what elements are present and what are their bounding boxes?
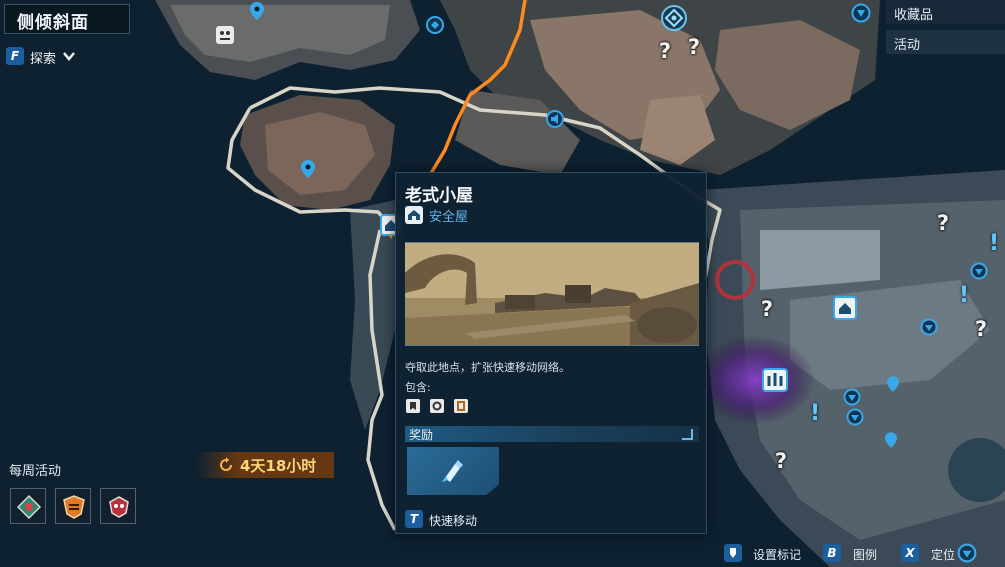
waypoint-marker-icon[interactable] — [660, 4, 688, 32]
vendor-marker-icon[interactable] — [957, 543, 977, 563]
corruption-zone — [695, 335, 815, 425]
corner-bracket-icon — [682, 429, 693, 440]
legend-key-hint: B — [823, 544, 841, 562]
weekly-activity-slot-2[interactable] — [55, 488, 91, 524]
locate-label: 定位 — [931, 548, 956, 562]
tab-collectibles-label: 收藏品 — [894, 8, 934, 23]
weekly-activities-title: 每周活动 — [9, 464, 62, 479]
unknown-location-marker[interactable]: ? — [970, 318, 992, 340]
locate-key-hint: X — [901, 544, 919, 562]
region-title: 侧倾斜面 — [4, 4, 130, 34]
location-pin-icon[interactable] — [885, 432, 897, 448]
vendor-marker-icon[interactable] — [851, 3, 871, 23]
location-preview-image — [405, 242, 699, 346]
weekly-activity-slot-1[interactable] — [10, 488, 46, 524]
weekly-activity-slot-3[interactable] — [100, 488, 136, 524]
tab-activities[interactable]: 活动 — [886, 30, 1005, 54]
popup-contains-label: 包含: — [405, 381, 431, 394]
legend-label: 图例 — [853, 548, 878, 562]
quest-marker[interactable]: ! — [809, 402, 821, 426]
weekly-timer-text: 4天18小时 — [240, 457, 317, 475]
unknown-location-marker[interactable]: ? — [756, 298, 778, 320]
fast-travel-key-hint: T — [405, 510, 423, 528]
refresh-icon — [220, 457, 232, 471]
tower-marker-icon[interactable] — [762, 368, 788, 392]
scroll-marker-icon — [454, 399, 468, 413]
activity-crest-icon — [63, 495, 85, 519]
map-pin-icon — [724, 544, 742, 562]
unknown-location-marker[interactable]: ? — [654, 40, 676, 62]
activity-skull-icon — [109, 496, 129, 518]
loot-marker-icon — [406, 399, 420, 413]
vendor-marker-icon[interactable] — [843, 388, 861, 406]
vendor-marker-icon[interactable] — [970, 262, 988, 280]
npc-face-icon[interactable] — [214, 24, 236, 46]
set-marker-label: 设置标记 — [753, 548, 802, 562]
fast-travel-label: 快速移动 — [429, 514, 478, 528]
vendor-marker-icon[interactable] — [920, 318, 938, 336]
quest-marker[interactable]: ! — [958, 284, 970, 308]
safehouse-icon — [405, 206, 423, 224]
location-pin-icon[interactable] — [887, 376, 899, 392]
reward-item[interactable] — [407, 447, 499, 495]
rewards-label: 奖励 — [409, 428, 434, 442]
location-popup: 老式小屋 安全屋 夺取此地点，扩张快速移动网络。 包含: 奖励 T 快速移动 — [395, 172, 707, 534]
region-title-text: 侧倾斜面 — [17, 13, 89, 33]
unknown-location-marker[interactable]: ? — [770, 450, 792, 472]
popup-description: 夺取此地点，扩张快速移动网络。 — [405, 361, 570, 374]
activity-emblem-icon — [16, 494, 42, 520]
unknown-location-marker[interactable]: ? — [932, 212, 954, 234]
location-pin-icon[interactable] — [250, 2, 264, 20]
popup-type-label: 安全屋 — [429, 210, 469, 225]
filter-label: 探索 — [30, 52, 57, 67]
weekly-timer: 4天18小时 — [196, 452, 334, 478]
location-pin-icon[interactable] — [301, 160, 315, 178]
rewards-header: 奖励 — [405, 426, 699, 442]
safe-marker-icon — [430, 399, 444, 413]
fast-travel-pod-icon — [442, 460, 463, 482]
quest-marker[interactable]: ! — [988, 232, 1000, 256]
loudspeaker-marker-icon[interactable] — [546, 110, 564, 128]
tab-activities-label: 活动 — [894, 38, 921, 53]
filter-key-hint: F — [6, 47, 24, 65]
tab-collectibles[interactable]: 收藏品 — [886, 0, 1005, 24]
vendor-marker-icon[interactable] — [426, 16, 444, 34]
vendor-marker-icon[interactable] — [846, 408, 864, 426]
safehouse-map-icon[interactable] — [833, 296, 857, 320]
unknown-location-marker[interactable]: ? — [683, 36, 705, 58]
chevron-down-icon — [63, 52, 75, 61]
popup-title: 老式小屋 — [405, 186, 473, 206]
